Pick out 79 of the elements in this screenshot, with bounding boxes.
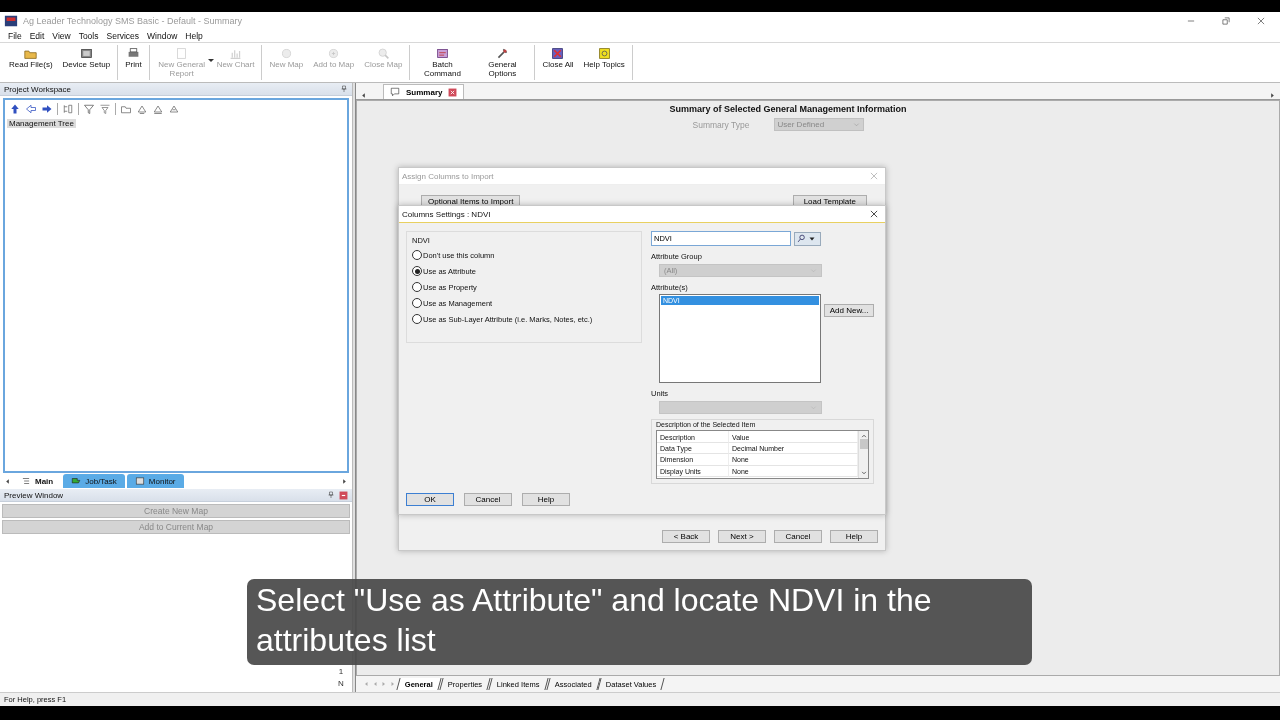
map-icon bbox=[279, 47, 293, 60]
dialog-button[interactable]: Help bbox=[830, 530, 878, 543]
dialog-button[interactable]: Cancel bbox=[774, 530, 822, 543]
menu-item[interactable]: Help bbox=[181, 30, 207, 41]
close-icon bbox=[339, 490, 348, 500]
radio-button[interactable] bbox=[412, 250, 422, 260]
toolbar-button[interactable]: Read File(s) bbox=[4, 45, 58, 80]
menu-item[interactable]: Window bbox=[143, 30, 182, 41]
close-icon bbox=[1256, 15, 1266, 26]
document-tab[interactable]: Summary bbox=[383, 84, 465, 99]
pane-title: Preview Window bbox=[4, 490, 64, 500]
monitor-icon bbox=[134, 476, 145, 486]
app-icon bbox=[4, 13, 18, 28]
dialog-button[interactable]: OK bbox=[406, 493, 454, 506]
filter-clear-icon bbox=[99, 102, 111, 115]
toolbar-button[interactable]: Batch Command bbox=[412, 45, 473, 80]
caption-text: Select "Use as Attribute" and locate NDVI in the attributes list bbox=[256, 582, 932, 658]
pane-title: Project Workspace bbox=[4, 84, 71, 94]
search-button[interactable] bbox=[794, 231, 821, 246]
menu-item[interactable]: Services bbox=[102, 30, 144, 41]
chevron-down-icon bbox=[852, 121, 860, 128]
list-icon bbox=[21, 476, 31, 486]
scroll-left-icon bbox=[4, 477, 11, 485]
scale-label: N bbox=[338, 679, 344, 688]
help-icon bbox=[597, 47, 611, 60]
radio-button[interactable] bbox=[412, 282, 422, 292]
field-label: Summary Type bbox=[692, 119, 750, 130]
radio-button[interactable] bbox=[412, 314, 422, 324]
pin-icon bbox=[327, 491, 335, 499]
chart-icon bbox=[229, 47, 242, 60]
tree-icon bbox=[62, 102, 74, 115]
options-icon bbox=[495, 47, 509, 60]
toolbar-button[interactable]: Close All bbox=[537, 45, 579, 80]
left-arrow-icon bbox=[25, 102, 37, 115]
map-add-icon bbox=[327, 47, 341, 60]
dialog-button[interactable]: < Back bbox=[662, 530, 710, 543]
pin-icon bbox=[340, 85, 348, 93]
menu-item[interactable]: Tools bbox=[74, 30, 103, 41]
up-arrow-icon bbox=[9, 102, 21, 115]
toolbar-button[interactable]: Help Topics bbox=[578, 45, 630, 80]
menu-item[interactable]: File bbox=[4, 30, 26, 41]
close-all-icon bbox=[551, 47, 565, 60]
tree-item[interactable]: Management Tree bbox=[7, 119, 76, 128]
scale-label: 1 bbox=[338, 667, 344, 676]
window-title: Ag Leader Technology SMS Basic - Default - Summary bbox=[23, 15, 243, 26]
scroll-bar[interactable] bbox=[858, 431, 868, 478]
chevron-up-icon bbox=[860, 433, 867, 439]
radio-button[interactable] bbox=[412, 266, 422, 276]
toolbar-button[interactable]: General Options bbox=[472, 45, 533, 80]
dialog-button[interactable]: Next > bbox=[718, 530, 766, 543]
dialog-title: Assign Columns to Import bbox=[402, 171, 494, 181]
scroll-right-icon bbox=[341, 477, 348, 485]
chevron-down-icon bbox=[860, 470, 867, 476]
map-close-icon bbox=[376, 47, 390, 60]
filter-icon bbox=[83, 102, 95, 115]
dialog-button[interactable]: Cancel bbox=[464, 493, 512, 506]
dialog-title: Columns Settings : NDVI bbox=[402, 209, 491, 219]
report-icon bbox=[175, 47, 189, 60]
add-new-button[interactable]: Add New... bbox=[824, 304, 874, 317]
folder-icon bbox=[24, 47, 38, 60]
toolbar-button[interactable]: Print bbox=[120, 45, 147, 80]
pane-tab[interactable]: Job/Task bbox=[63, 474, 125, 488]
printer-icon bbox=[126, 47, 140, 60]
summary-heading: Summary of Selected General Management Information bbox=[669, 104, 907, 114]
pane-tab[interactable]: Monitor bbox=[126, 474, 184, 488]
menu-item[interactable]: Edit bbox=[25, 30, 49, 41]
close-icon bbox=[448, 87, 458, 97]
note-icon bbox=[390, 87, 400, 97]
device-icon bbox=[79, 47, 93, 60]
radio-button[interactable] bbox=[412, 298, 422, 308]
command-icon bbox=[435, 47, 449, 60]
truck-icon bbox=[71, 476, 82, 486]
close-icon bbox=[869, 209, 879, 219]
restore-icon bbox=[1221, 15, 1231, 26]
close-icon bbox=[869, 171, 879, 181]
search-icon bbox=[797, 234, 806, 243]
toolbar-button[interactable]: Device Setup bbox=[57, 45, 116, 80]
dialog-button[interactable]: Help bbox=[522, 493, 570, 506]
menu-item[interactable]: View bbox=[48, 30, 75, 41]
